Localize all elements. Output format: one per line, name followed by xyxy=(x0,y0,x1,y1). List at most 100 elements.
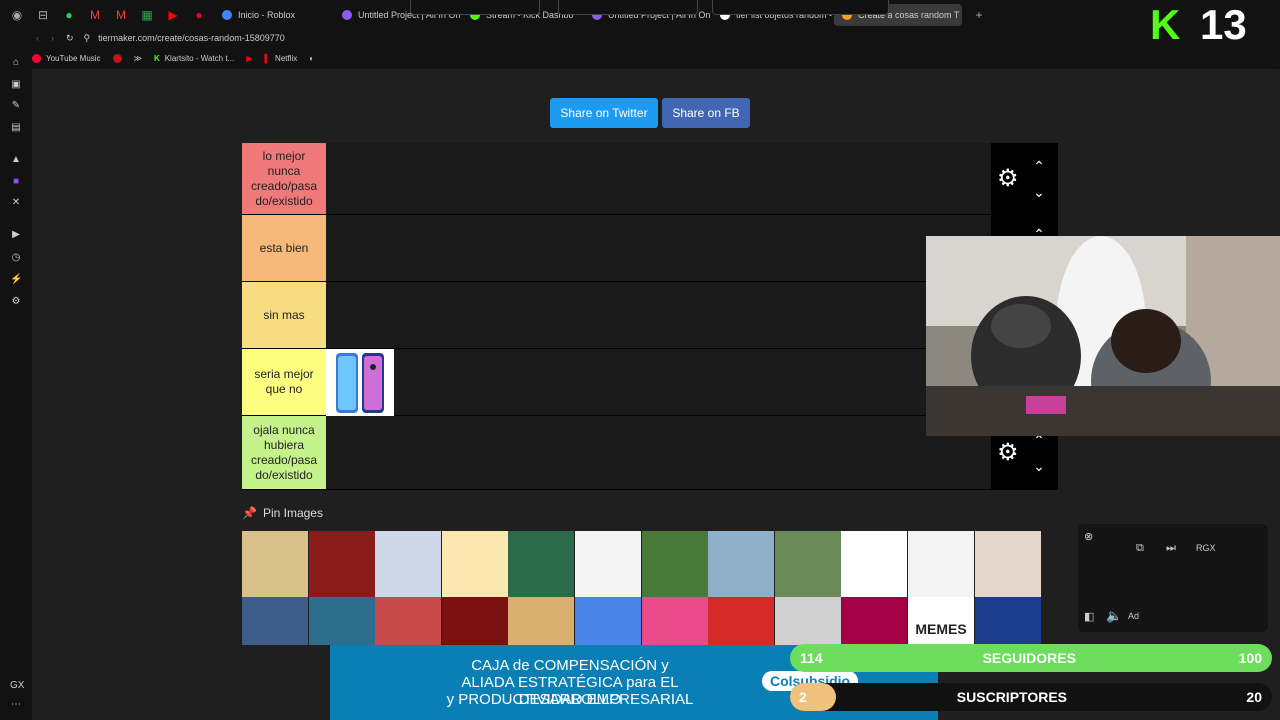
pin-image-thumb[interactable] xyxy=(708,597,775,645)
gmail-icon[interactable]: M xyxy=(86,6,104,24)
close-icon[interactable]: ⊗ xyxy=(1084,530,1093,543)
pin-image-thumb[interactable] xyxy=(774,597,841,645)
sidebar-bolt-icon[interactable]: ⚡ xyxy=(10,274,22,286)
top-button-2[interactable] xyxy=(558,0,698,15)
mini-player-label: RGX xyxy=(1196,543,1216,553)
bookmark-youtube[interactable]: ▶ xyxy=(246,54,252,63)
whatsapp-icon[interactable]: ● xyxy=(60,6,78,24)
pinterest-icon[interactable]: ● xyxy=(190,6,208,24)
bookmark-icon-red[interactable] xyxy=(112,53,122,63)
seguidores-count: 114 xyxy=(800,650,823,666)
url-text[interactable]: tiermaker.com/create/cosas-random-158097… xyxy=(98,33,285,43)
sidebar-gx-icon[interactable]: GX xyxy=(10,680,24,692)
volume-icon[interactable]: 🔈 xyxy=(1106,608,1122,624)
pin-image-thumb[interactable]: MEMES xyxy=(908,597,974,645)
pin-image-thumb[interactable] xyxy=(575,597,641,645)
gmail-icon-2[interactable]: M xyxy=(112,6,130,24)
bookmark-klartsito[interactable]: K Klartsito - Watch t... xyxy=(154,54,234,63)
youtube-icon[interactable]: ▶ xyxy=(164,6,182,24)
pip-icon[interactable]: ◧ xyxy=(1084,610,1094,623)
pin-image-thumb[interactable] xyxy=(308,531,375,597)
sidebar-aria-icon[interactable]: ▲ xyxy=(10,154,22,166)
reload-icon[interactable]: ↻ xyxy=(66,33,74,44)
bookmark-netflix[interactable]: ▌ Netflix xyxy=(264,54,297,63)
bookmark-github[interactable]: ◐ xyxy=(309,54,314,63)
tab-favicon-icon xyxy=(342,9,352,20)
tier-label[interactable]: lo mejor nunca creado/pasa do/existido xyxy=(242,143,326,214)
suscriptores-goal: 20 xyxy=(1246,689,1262,705)
tier-label[interactable]: ojala nunca hubiera creado/pasa do/exist… xyxy=(242,416,326,489)
next-track-icon[interactable]: ⏭ xyxy=(1166,542,1176,555)
tier-controls: ⚙ ⌃ ⌄ xyxy=(991,143,1058,214)
sheets-icon[interactable]: ▦ xyxy=(138,6,156,24)
top-button-3[interactable] xyxy=(712,0,889,15)
pin-image-thumb[interactable] xyxy=(908,531,974,597)
suscriptores-count: 2 xyxy=(799,689,807,705)
pin-image-thumb[interactable] xyxy=(841,597,908,645)
ad-line-3: y PRODUCTIVIDAD EMPRESARIAL xyxy=(446,691,694,708)
sidebar-edit-icon[interactable]: ✎ xyxy=(10,100,22,112)
sidebar-twitch-icon[interactable]: ■ xyxy=(10,176,22,188)
sidebar-x-icon[interactable]: ✕ xyxy=(10,197,22,209)
share-twitter-button[interactable]: Share on Twitter xyxy=(550,98,658,128)
chevron-down-icon[interactable]: ⌄ xyxy=(1031,459,1047,473)
pin-image-thumb[interactable] xyxy=(441,597,508,645)
tier-item-iphone[interactable] xyxy=(326,349,394,416)
chevron-up-icon[interactable]: ⌃ xyxy=(1031,159,1047,173)
mini-player[interactable]: ⊗ ⧉ ⏭ RGX ◧ 🔈 Ad xyxy=(1078,524,1268,632)
tier-label[interactable]: sin mas xyxy=(242,282,326,348)
tab-actions-icon[interactable]: ⊟ xyxy=(34,6,52,24)
new-tab-button[interactable]: + xyxy=(970,6,988,24)
pin-image-thumb[interactable] xyxy=(375,531,442,597)
pin-icon: 📌 xyxy=(242,506,257,520)
gear-icon[interactable]: ⚙ xyxy=(997,441,1019,465)
pin-image-thumb[interactable] xyxy=(508,597,575,645)
pin-image-thumb[interactable] xyxy=(841,531,908,597)
browser-sidebar: ⌂ ▣ ✎ ▤ ▲ ■ ✕ ▶ ◷ ⚡ ⚙ GX ⋯ xyxy=(0,47,32,720)
k13-logo-number: 13 xyxy=(1200,1,1247,48)
sidebar-notes-icon[interactable]: ▤ xyxy=(10,122,22,134)
pin-image-thumb[interactable] xyxy=(641,597,708,645)
sidebar-wallet-icon[interactable]: ▣ xyxy=(10,79,22,91)
top-button-1[interactable] xyxy=(410,0,540,15)
youtube-icon-small: ▶ xyxy=(246,53,253,63)
tier-label[interactable]: seria mejor que no xyxy=(242,349,326,415)
browser-logo-icon[interactable]: ◉ xyxy=(8,6,26,24)
sidebar-play-icon[interactable]: ▶ xyxy=(10,229,22,241)
pin-image-thumb[interactable] xyxy=(508,531,575,597)
sidebar-more-icon[interactable]: ⋯ xyxy=(10,699,22,711)
pin-images-header[interactable]: 📌 Pin Images xyxy=(242,506,323,520)
browser-tab[interactable]: Inicio - Roblox xyxy=(214,4,334,26)
tier-label[interactable]: esta bien xyxy=(242,215,326,281)
forward-icon[interactable]: › xyxy=(51,33,54,43)
popout-icon[interactable]: ⧉ xyxy=(1136,542,1144,555)
pin-image-thumb[interactable] xyxy=(441,531,508,597)
pin-image-thumb[interactable] xyxy=(375,597,442,645)
gear-icon[interactable]: ⚙ xyxy=(997,167,1019,191)
webcam-overlay xyxy=(926,236,1280,436)
pin-image-thumb[interactable] xyxy=(974,531,1041,597)
pin-image-thumb[interactable] xyxy=(242,531,308,597)
pin-image-thumb[interactable] xyxy=(308,597,375,645)
address-bar: ‹ › ↻ ⚲ tiermaker.com/create/cosas-rando… xyxy=(0,29,1280,47)
pin-image-thumb[interactable] xyxy=(641,531,708,597)
chevron-down-icon[interactable]: ⌄ xyxy=(1031,185,1047,199)
suscriptores-progress xyxy=(790,683,836,711)
site-info-icon[interactable]: ⚲ xyxy=(84,33,91,44)
sidebar-history-icon[interactable]: ◷ xyxy=(10,252,22,264)
k13-logo-k: K xyxy=(1150,1,1181,48)
pin-image-thumb[interactable] xyxy=(708,531,775,597)
sidebar-home-icon[interactable]: ⌂ xyxy=(10,57,22,69)
back-icon[interactable]: ‹ xyxy=(36,33,39,43)
pin-image-thumb[interactable] xyxy=(575,531,641,597)
share-fb-button[interactable]: Share on FB xyxy=(662,98,750,128)
seguidores-label: SEGUIDORES xyxy=(982,650,1076,666)
github-icon: ◐ xyxy=(309,53,315,63)
sidebar-settings-icon[interactable]: ⚙ xyxy=(10,296,22,308)
pin-image-thumb[interactable] xyxy=(974,597,1041,645)
bookmark-youtube-music[interactable]: YouTube Music xyxy=(32,53,101,63)
pin-image-thumb[interactable] xyxy=(242,597,308,645)
suscriptores-label: SUSCRIPTORES xyxy=(956,689,1068,705)
bookmark-more-icon[interactable]: ≫ xyxy=(134,54,142,63)
pin-image-thumb[interactable] xyxy=(774,531,841,597)
